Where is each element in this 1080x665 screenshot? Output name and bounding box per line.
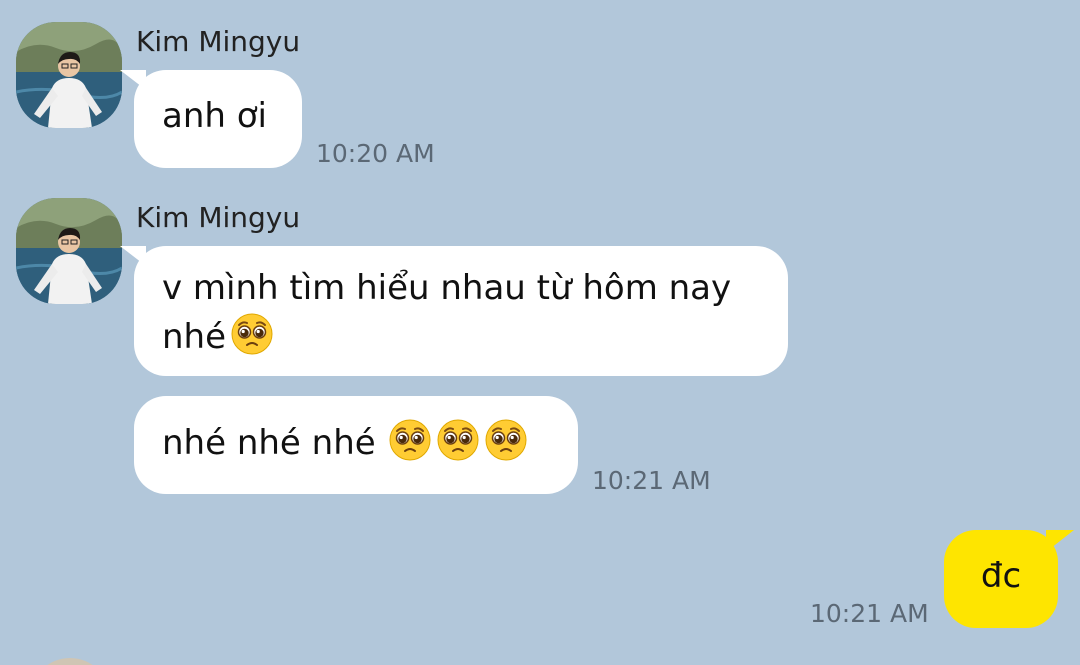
pleading-face-emoji xyxy=(388,418,432,462)
sender-name: Kim Mingyu xyxy=(136,25,301,58)
pleading-face-emoji xyxy=(484,418,528,462)
message-text: đc xyxy=(980,556,1022,596)
sender-avatar[interactable] xyxy=(16,198,122,304)
pleading-face-emoji xyxy=(230,312,274,356)
sender-avatar[interactable] xyxy=(16,22,122,128)
message-bubble[interactable]: v mình tìm hiểu nhau từ hôm nay nhé xyxy=(120,246,788,376)
my-message-bubble[interactable]: đc xyxy=(944,530,1074,628)
message-text: anh ơi xyxy=(162,96,267,136)
message-bubble[interactable]: nhé nhé nhé xyxy=(134,396,578,494)
message-timestamp: 10:20 AM xyxy=(316,139,435,168)
message-timestamp: 10:21 AM xyxy=(592,466,711,495)
message-text: nhé nhé nhé xyxy=(162,423,376,463)
message-text: v mình tìm hiểu nhau từ hôm nay xyxy=(162,268,732,308)
sender-name: Kim Mingyu xyxy=(136,201,301,234)
message-text: nhé xyxy=(162,317,227,357)
sender-avatar[interactable] xyxy=(30,658,110,665)
message-timestamp: 10:21 AM xyxy=(810,599,929,628)
pleading-face-emoji xyxy=(436,418,480,462)
chat-room[interactable]: Kim Mingyu anh ơi 10:20 AM Kim Mingyu v … xyxy=(0,0,1080,665)
message-bubble[interactable]: anh ơi xyxy=(120,70,302,168)
